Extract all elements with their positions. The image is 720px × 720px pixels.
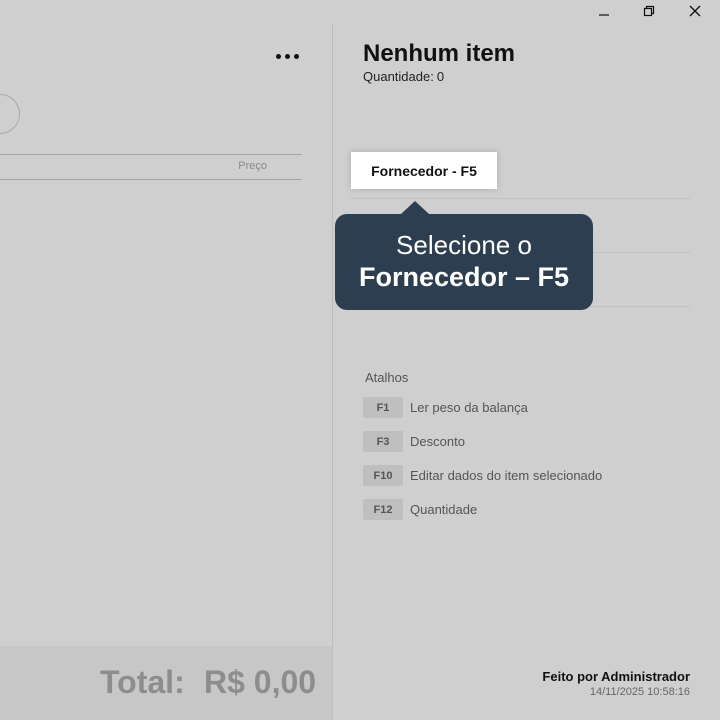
total-value: R$ 0,00 [204, 664, 317, 700]
quantity-summary: Quantidade: 0 [363, 69, 444, 84]
shortcut-key: F1 [363, 397, 403, 418]
divider [350, 198, 690, 199]
total-bar: Total: R$ 0,00 [0, 646, 332, 720]
tooltip-line-1: Selecione o [396, 230, 532, 260]
total-label: Total: [100, 664, 185, 700]
close-button[interactable] [672, 0, 718, 22]
shortcuts-title: Atalhos [365, 370, 409, 385]
circle-action-button[interactable] [0, 94, 20, 134]
shortcut-label: Desconto [410, 434, 465, 449]
shortcut-label: Ler peso da balança [410, 400, 528, 415]
shortcut-row-f10: F10 Editar dados do item selecionado [363, 465, 602, 486]
shortcut-label: Quantidade [410, 502, 478, 517]
shortcut-key: F12 [363, 499, 403, 520]
restore-icon [643, 5, 655, 17]
shortcut-key: F10 [363, 465, 403, 486]
items-panel: Preço Total: R$ 0,00 [0, 0, 332, 720]
shortcut-row-f3: F3 Desconto [363, 431, 465, 452]
tooltip-arrow [401, 201, 429, 214]
shortcut-key: F3 [363, 431, 403, 452]
more-dot [293, 53, 299, 59]
quantity-value: 0 [436, 69, 445, 84]
panel-divider [332, 24, 333, 720]
column-header-price: Preço [238, 160, 267, 172]
quantity-label: Quantidade: [363, 69, 434, 84]
tooltip-line-2: Fornecedor – F5 [358, 262, 570, 292]
made-by-label: Feito por Administrador [542, 669, 690, 684]
onboarding-tooltip: Selecione o Fornecedor – F5 [335, 201, 593, 310]
shortcut-row-f12: F12 Quantidade [363, 499, 477, 520]
shortcut-row-f1: F1 Ler peso da balança [363, 397, 528, 418]
close-icon [689, 5, 701, 17]
more-horizontal-icon [275, 53, 281, 59]
more-options-button[interactable] [270, 44, 304, 68]
timestamp: 14/11/2025 10:58:16 [589, 686, 690, 698]
cart-title: Nenhum item [363, 40, 516, 67]
more-dot [284, 53, 290, 59]
minimize-button[interactable] [581, 0, 627, 22]
restore-button[interactable] [626, 0, 672, 22]
shortcut-label: Editar dados do item selecionado [410, 468, 603, 483]
items-table-header: Preço [0, 154, 302, 180]
supplier-button[interactable]: Fornecedor - F5 [351, 152, 497, 189]
minimize-icon [599, 14, 609, 16]
